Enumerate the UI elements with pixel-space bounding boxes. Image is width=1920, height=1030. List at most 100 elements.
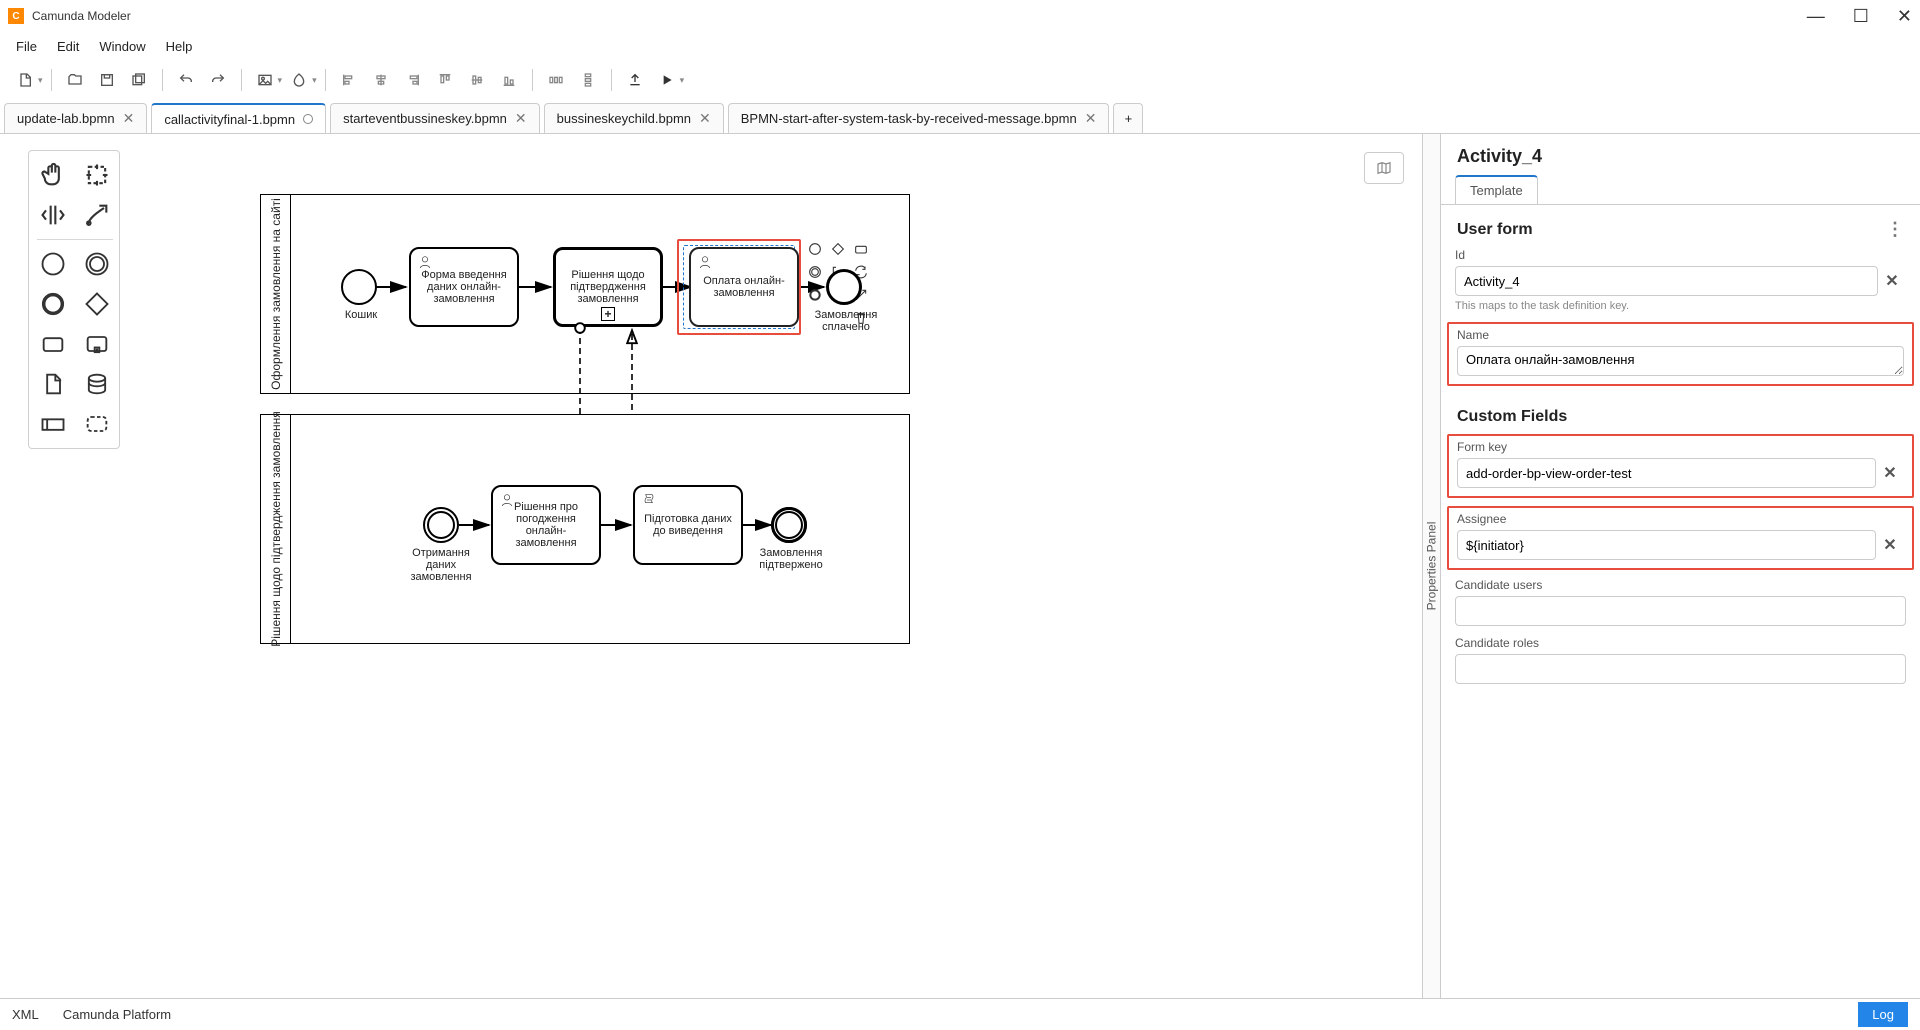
tab-bussineskeychild[interactable]: bussineskeychild.bpmn✕ <box>544 103 724 133</box>
properties-panel-toggle[interactable]: Properties Panel <box>1422 134 1440 998</box>
map-icon <box>1374 160 1394 176</box>
field-name: Name <box>1447 322 1914 386</box>
menu-help[interactable]: Help <box>156 35 203 58</box>
clear-icon[interactable]: ✕ <box>1876 535 1904 555</box>
pool-1[interactable]: Оформлення замовлення на сайті Кошик Фор… <box>260 194 910 394</box>
field-candidate-roles: Candidate roles <box>1441 636 1920 694</box>
cp-start-event-icon[interactable] <box>805 239 825 259</box>
cp-end-event-icon[interactable] <box>805 285 825 305</box>
save-icon[interactable] <box>92 65 122 95</box>
undo-icon[interactable] <box>171 65 201 95</box>
pool-1-label: Оформлення замовлення на сайті <box>261 195 291 393</box>
cp-task-icon[interactable] <box>851 239 871 259</box>
close-icon[interactable]: ✕ <box>123 110 135 127</box>
align-top-icon[interactable] <box>430 65 460 95</box>
global-connect-tool-icon[interactable] <box>77 197 117 233</box>
field-candidate-users: Candidate users <box>1441 578 1920 636</box>
user-task-icon <box>697 254 713 270</box>
clear-icon[interactable]: ✕ <box>1878 271 1906 291</box>
run-caret-icon[interactable]: ▾ <box>680 75 685 86</box>
menu-edit[interactable]: Edit <box>47 35 89 58</box>
id-input[interactable] <box>1455 266 1878 296</box>
new-file-caret-icon[interactable]: ▾ <box>38 75 43 86</box>
distribute-h-icon[interactable] <box>541 65 571 95</box>
deploy-icon[interactable] <box>620 65 650 95</box>
candidate-users-input[interactable] <box>1455 596 1906 626</box>
gateway-icon[interactable] <box>77 286 117 322</box>
section-custom-fields: Custom Fields <box>1441 394 1920 434</box>
task-icon[interactable] <box>33 326 73 362</box>
tab-starteventbussineskey[interactable]: starteventbussineskey.bpmn✕ <box>330 103 540 133</box>
minimap-toggle[interactable] <box>1364 152 1404 184</box>
data-object-icon[interactable] <box>33 366 73 402</box>
task-prepare-output[interactable]: Підготовка даних до виведення <box>633 485 743 565</box>
close-icon[interactable]: ✕ <box>699 110 711 127</box>
tab-update-lab[interactable]: update-lab.bpmn✕ <box>4 103 147 133</box>
task-form-input[interactable]: Форма введення даних онлайн-замовлення <box>409 247 519 327</box>
close-button[interactable]: ✕ <box>1897 6 1912 27</box>
more-icon[interactable]: ⋮ <box>1886 219 1904 240</box>
close-icon[interactable]: ✕ <box>1085 110 1097 127</box>
tab-bpmn-start-after[interactable]: BPMN-start-after-system-task-by-received… <box>728 103 1110 133</box>
end-event-paid[interactable] <box>826 269 862 305</box>
clear-icon[interactable]: ✕ <box>1876 463 1904 483</box>
intermediate-event-icon[interactable] <box>77 246 117 282</box>
close-icon[interactable]: ✕ <box>515 110 527 127</box>
align-left-icon[interactable] <box>334 65 364 95</box>
run-icon[interactable] <box>652 65 682 95</box>
minimize-button[interactable]: — <box>1807 6 1825 27</box>
pool-2[interactable]: Рішення щодо підтвердження замовлення От… <box>260 414 910 644</box>
tab-callactivityfinal[interactable]: callactivityfinal-1.bpmn <box>151 103 326 133</box>
open-file-icon[interactable] <box>60 65 90 95</box>
start-event-receive[interactable] <box>423 507 459 543</box>
subprocess-marker-icon: + <box>601 307 615 321</box>
cp-gateway-icon[interactable] <box>828 239 848 259</box>
start-event-koshik[interactable] <box>341 269 377 305</box>
redo-icon[interactable] <box>203 65 233 95</box>
title-bar: C Camunda Modeler — ☐ ✕ <box>0 0 1920 32</box>
status-xml[interactable]: XML <box>12 1007 39 1022</box>
align-center-h-icon[interactable] <box>366 65 396 95</box>
data-store-icon[interactable] <box>77 366 117 402</box>
tab-bar: update-lab.bpmn✕ callactivityfinal-1.bpm… <box>0 100 1920 134</box>
end-event-icon[interactable] <box>33 286 73 322</box>
color-icon[interactable] <box>284 65 314 95</box>
group-icon[interactable] <box>77 406 117 442</box>
task-decision-confirm[interactable]: Рішення щодо підтвердження замовлення + <box>553 247 663 327</box>
window-title: Camunda Modeler <box>32 9 131 23</box>
menu-file[interactable]: File <box>6 35 47 58</box>
log-button[interactable]: Log <box>1858 1002 1908 1027</box>
subprocess-icon[interactable] <box>77 326 117 362</box>
task-approval-decision[interactable]: Рішення про погодження онлайн-замовлення <box>491 485 601 565</box>
workspace: Оформлення замовлення на сайті Кошик Фор… <box>0 134 1920 998</box>
start-event-icon[interactable] <box>33 246 73 282</box>
task-payment[interactable]: Оплата онлайн-замовлення <box>689 247 799 327</box>
align-right-icon[interactable] <box>398 65 428 95</box>
participant-icon[interactable] <box>33 406 73 442</box>
cp-intermediate-icon[interactable] <box>805 262 825 282</box>
distribute-v-icon[interactable] <box>573 65 603 95</box>
assignee-input[interactable] <box>1457 530 1876 560</box>
align-bottom-icon[interactable] <box>494 65 524 95</box>
tab-template[interactable]: Template <box>1455 175 1538 204</box>
form-key-input[interactable] <box>1457 458 1876 488</box>
menu-window[interactable]: Window <box>89 35 155 58</box>
image-icon[interactable] <box>250 65 280 95</box>
candidate-roles-input[interactable] <box>1455 654 1906 684</box>
start-event-2-label: Отримання даних замовлення <box>401 547 481 583</box>
color-caret-icon[interactable]: ▾ <box>312 75 317 86</box>
canvas[interactable]: Оформлення замовлення на сайті Кошик Фор… <box>0 134 1422 998</box>
name-input[interactable] <box>1457 346 1904 376</box>
menu-bar: File Edit Window Help <box>0 32 1920 60</box>
save-all-icon[interactable] <box>124 65 154 95</box>
new-file-icon[interactable] <box>10 65 40 95</box>
space-tool-icon[interactable] <box>33 197 73 233</box>
lasso-tool-icon[interactable] <box>77 157 117 193</box>
image-caret-icon[interactable]: ▾ <box>278 75 283 86</box>
align-center-v-icon[interactable] <box>462 65 492 95</box>
hand-tool-icon[interactable] <box>33 157 73 193</box>
status-platform[interactable]: Camunda Platform <box>63 1007 171 1022</box>
user-task-icon <box>499 492 515 508</box>
add-tab-button[interactable]: + <box>1113 103 1143 133</box>
maximize-button[interactable]: ☐ <box>1853 6 1869 27</box>
